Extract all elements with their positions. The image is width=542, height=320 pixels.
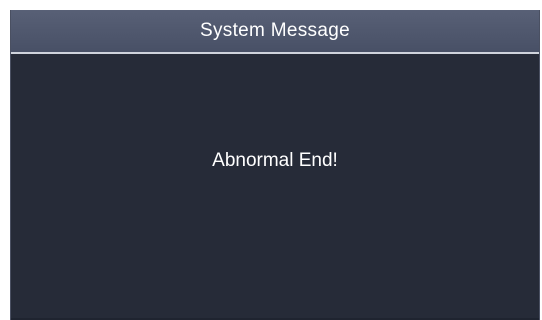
dialog-message: Abnormal End! xyxy=(212,150,338,171)
dialog-body: Abnormal End! xyxy=(11,54,539,320)
system-message-dialog: System Message Abnormal End! xyxy=(10,10,540,320)
dialog-title: System Message xyxy=(200,20,350,41)
dialog-titlebar: System Message xyxy=(11,10,539,54)
